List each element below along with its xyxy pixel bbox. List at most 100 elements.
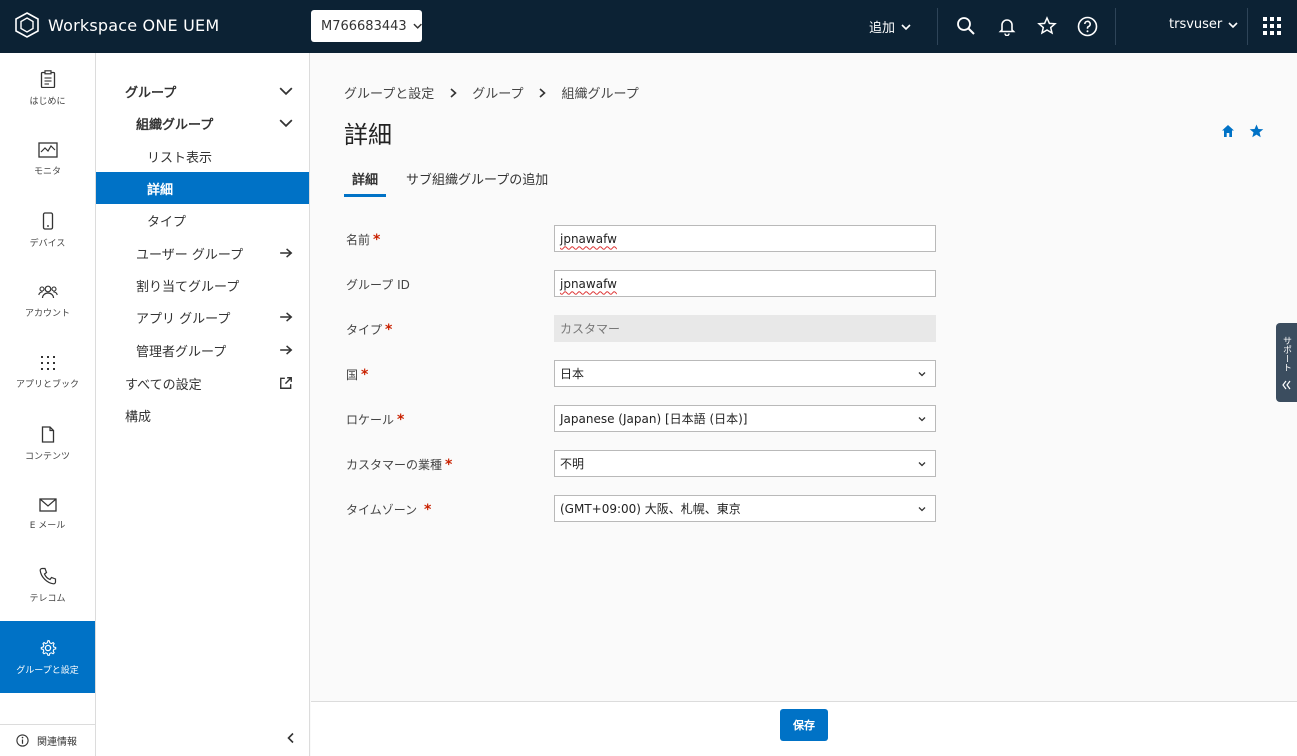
form-row-country: 国 * 日本 (346, 360, 946, 388)
chevron-left-icon (287, 732, 294, 744)
home-icon[interactable] (1221, 124, 1235, 138)
rail-item-telecom[interactable]: テレコム (0, 550, 95, 621)
nav-label: リスト表示 (147, 150, 213, 166)
main-content: グループと設定 グループ 組織グループ 詳細 詳細 サブ組織グループの追加 名前… (311, 53, 1297, 701)
monitor-icon (37, 142, 58, 158)
nav-item-assignment-groups[interactable]: 割り当てグループ (96, 269, 309, 301)
nav-item-configuration[interactable]: 構成 (96, 399, 309, 431)
primary-nav-rail: はじめに モニタ デバイス アカウント アプリとブック コンテンツ E メール … (0, 53, 96, 756)
document-icon (41, 425, 54, 443)
locale-select[interactable]: Japanese (Japan) [日本語 (日本)] (554, 405, 936, 432)
chevron-down-icon (918, 417, 926, 422)
secondary-nav: グループ 組織グループ リスト表示 詳細 タイプ ユーザー グループ 割り当てグ… (96, 53, 310, 756)
breadcrumb-item[interactable]: 組織グループ (561, 83, 638, 102)
users-icon (37, 285, 58, 299)
phone-call-icon (39, 567, 56, 585)
rail-label: モニタ (33, 167, 61, 177)
rail-item-apps-books[interactable]: アプリとブック (0, 337, 95, 408)
org-group-id: M766683443 (321, 18, 407, 34)
form-row-locale: ロケール * Japanese (Japan) [日本語 (日本)] (346, 405, 946, 433)
app-grid-icon (1263, 17, 1281, 35)
breadcrumb-item[interactable]: グループ (472, 83, 523, 102)
nav-item-user-groups[interactable]: ユーザー グループ (96, 237, 309, 269)
rail-label: コンテンツ (24, 451, 70, 462)
nav-item-type[interactable]: タイプ (96, 204, 309, 236)
chevron-right-icon (539, 87, 547, 98)
user-menu[interactable]: trsvuser (1169, 17, 1238, 32)
arrow-right-icon (280, 312, 293, 322)
nav-item-groups[interactable]: グループ (96, 75, 309, 107)
input-value: カスタマー (560, 322, 621, 336)
tab-details[interactable]: 詳細 (344, 163, 387, 197)
chevron-down-icon (1228, 21, 1238, 28)
phone-icon (42, 212, 53, 230)
page-title: 詳細 (344, 121, 392, 149)
star-filled-icon[interactable] (1249, 124, 1264, 138)
org-group-selector[interactable]: M766683443 (311, 10, 422, 42)
rail-label: アプリとブック (15, 380, 79, 390)
support-side-tab[interactable]: サポート (1276, 323, 1297, 402)
rail-item-devices[interactable]: デバイス (0, 195, 95, 266)
double-chevron-left-icon (1282, 380, 1291, 389)
app-logo[interactable]: Workspace ONE UEM (14, 12, 219, 38)
field-label: カスタマーの業種 * (346, 457, 453, 473)
timezone-select[interactable]: (GMT+09:00) 大阪、札幌、東京 (554, 495, 936, 522)
name-input[interactable]: jpnawafw (554, 225, 936, 252)
support-label: サポート (1281, 335, 1291, 372)
grid-dots-icon (40, 356, 55, 370)
add-menu[interactable]: 追加 (869, 17, 911, 36)
search-icon (957, 17, 975, 35)
required-mark: * (445, 457, 453, 473)
field-label: タイプ * (346, 322, 393, 338)
chevron-right-icon (450, 87, 457, 98)
select-value: (GMT+09:00) 大阪、札幌、東京 (560, 502, 741, 516)
tab-bar: 詳細 サブ組織グループの追加 (344, 163, 568, 197)
chevron-down-icon (413, 23, 422, 29)
form-row-group-id: グループ ID jpnawafw (346, 270, 946, 298)
nav-item-admin-groups[interactable]: 管理者グループ (96, 334, 309, 366)
rail-item-groups-settings[interactable]: グループと設定 (0, 621, 95, 693)
rail-item-content[interactable]: コンテンツ (0, 408, 95, 479)
related-info-link[interactable]: 関連情報 (0, 724, 95, 756)
favorites-button[interactable] (1036, 15, 1058, 37)
field-label: 名前 * (346, 232, 381, 248)
nav-item-details[interactable]: 詳細 (96, 172, 309, 204)
required-mark: * (397, 412, 405, 428)
rail-item-email[interactable]: E メール (0, 479, 95, 550)
chevron-down-icon (918, 507, 926, 512)
action-footer: 保存 (311, 701, 1297, 756)
help-button[interactable] (1076, 15, 1098, 37)
app-name: Workspace ONE UEM (48, 15, 220, 35)
group-id-input[interactable]: jpnawafw (554, 270, 936, 297)
collapse-nav-button[interactable] (286, 732, 300, 746)
type-readonly-field: カスタマー (554, 315, 936, 342)
rail-label: はじめに (29, 97, 66, 107)
field-label: タイムゾーン * (346, 502, 432, 518)
chevron-down-icon (901, 23, 911, 30)
form-row-timezone: タイムゾーン * (GMT+09:00) 大阪、札幌、東京 (346, 495, 946, 523)
rail-item-monitor[interactable]: モニタ (0, 124, 95, 195)
nav-item-list-view[interactable]: リスト表示 (96, 140, 309, 172)
nav-item-app-groups[interactable]: アプリ グループ (96, 301, 309, 333)
nav-item-org-groups[interactable]: 組織グループ (96, 107, 309, 139)
industry-select[interactable]: 不明 (554, 450, 936, 477)
nav-item-all-settings[interactable]: すべての設定 (96, 367, 309, 399)
search-button[interactable] (955, 15, 977, 37)
arrow-right-icon (280, 345, 293, 355)
notifications-button[interactable] (996, 15, 1018, 37)
header-divider (1115, 8, 1116, 45)
country-select[interactable]: 日本 (554, 360, 936, 387)
breadcrumb-item[interactable]: グループと設定 (344, 83, 434, 102)
rail-label: デバイス (29, 239, 66, 249)
rail-label: アカウント (24, 309, 70, 319)
app-launcher-button[interactable] (1261, 15, 1283, 37)
rail-item-accounts[interactable]: アカウント (0, 266, 95, 337)
breadcrumb: グループと設定 グループ 組織グループ (344, 83, 639, 102)
save-button[interactable]: 保存 (780, 709, 828, 741)
required-mark: * (385, 322, 393, 338)
rail-item-getting-started[interactable]: はじめに (0, 53, 95, 124)
required-mark: * (373, 232, 381, 248)
add-label: 追加 (869, 21, 896, 36)
workspace-one-logo-icon (15, 12, 39, 38)
tab-add-child-org-group[interactable]: サブ組織グループの追加 (398, 163, 556, 197)
